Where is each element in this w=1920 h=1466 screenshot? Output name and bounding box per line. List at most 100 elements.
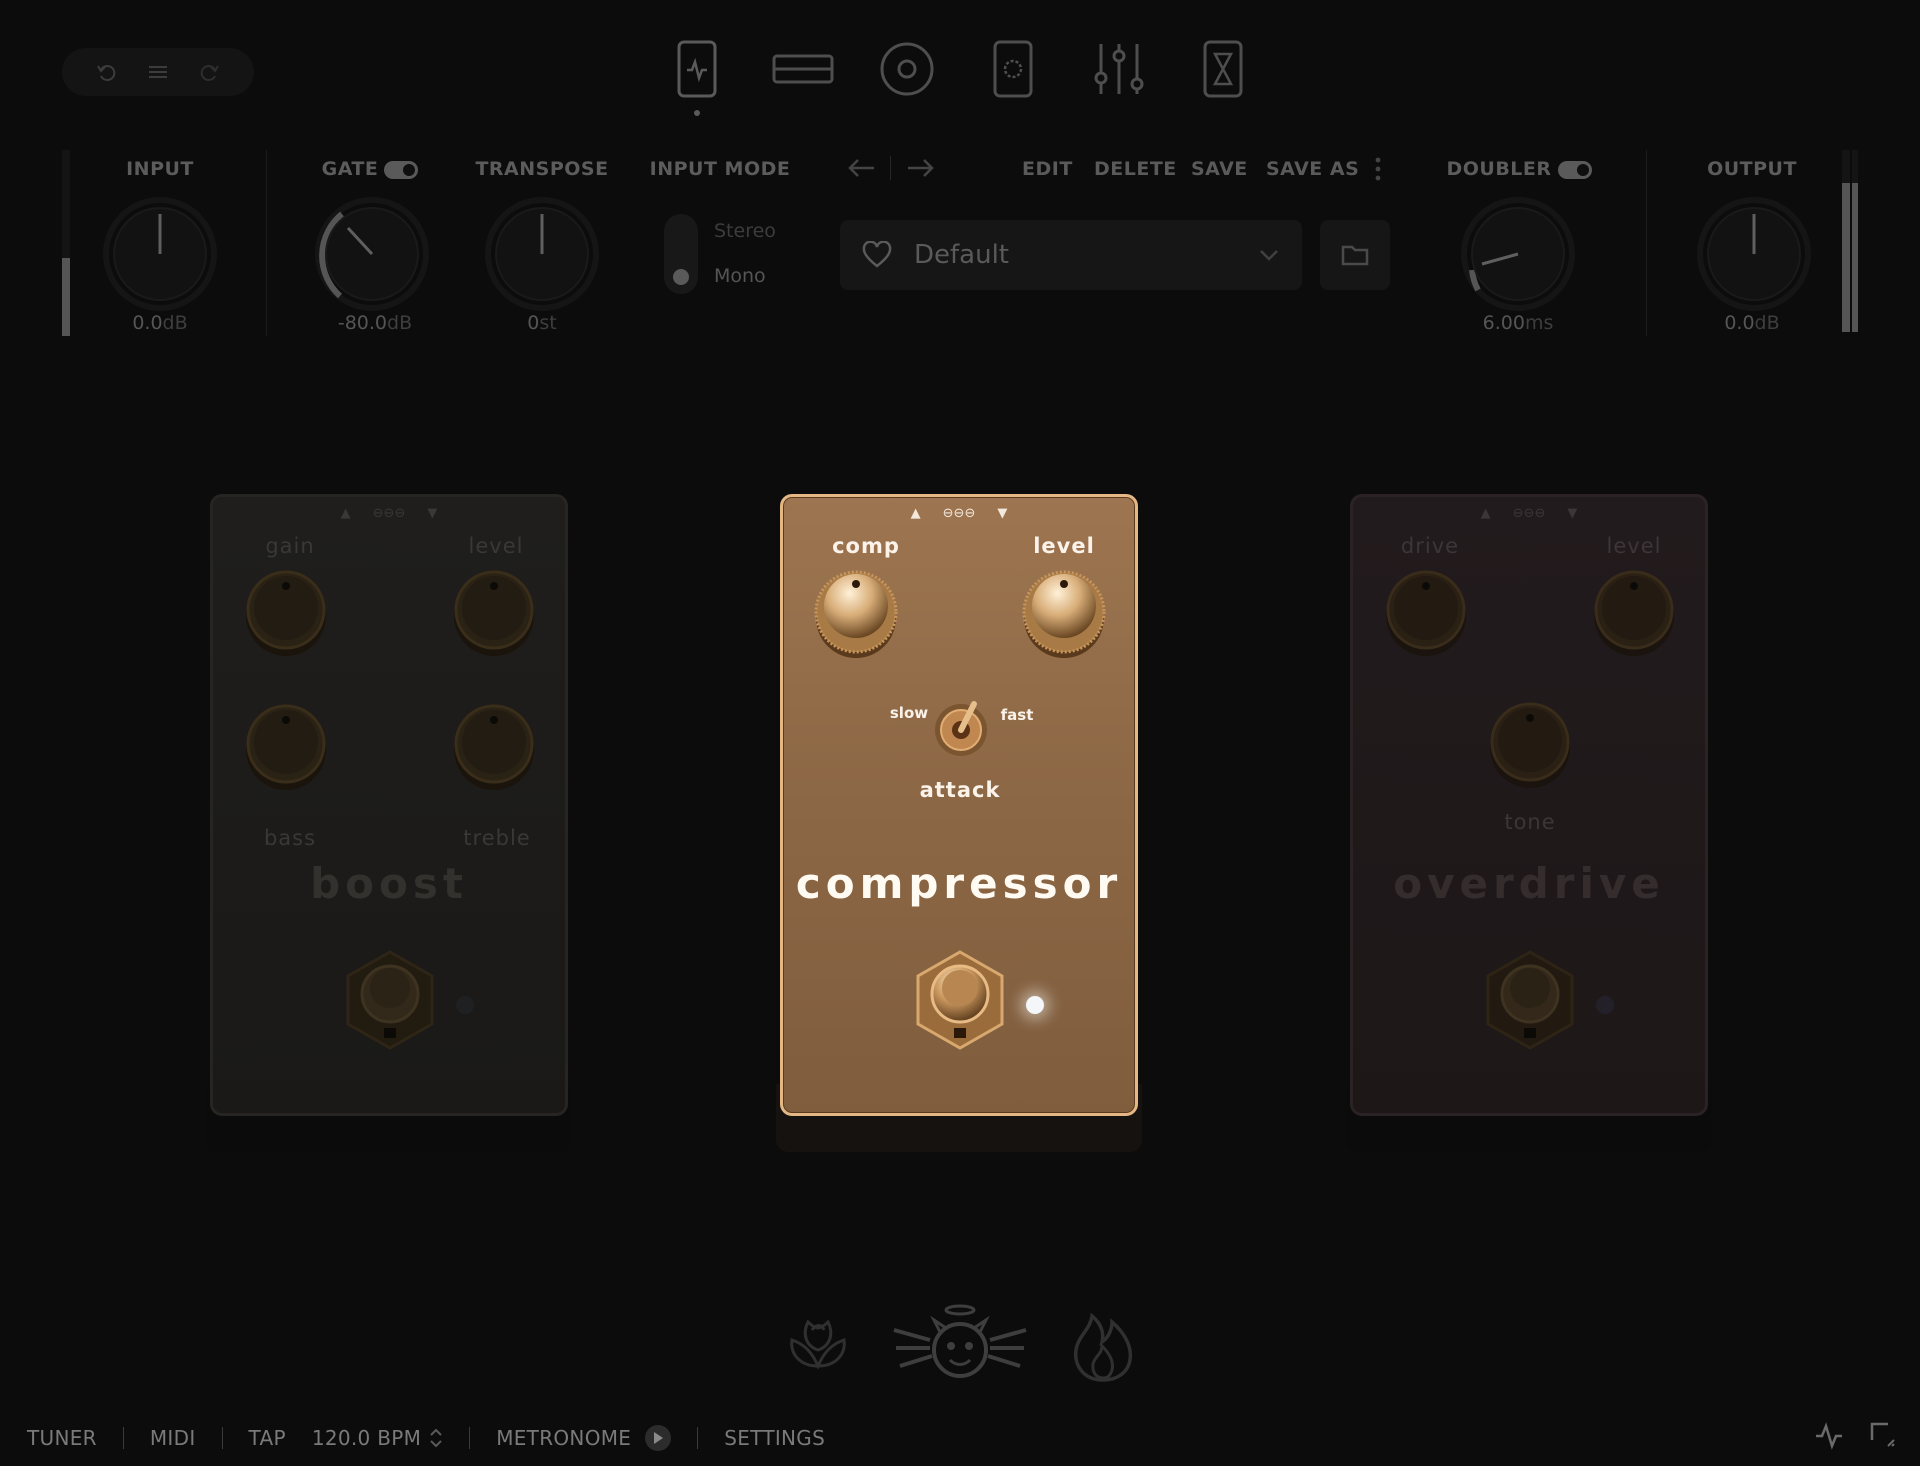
menu-icon[interactable] <box>142 56 174 88</box>
tap-tempo-button[interactable]: TAP <box>249 1426 286 1450</box>
input-mode-stereo[interactable]: Stereo <box>714 220 776 242</box>
activity-icon[interactable] <box>1814 1420 1844 1450</box>
input-mode-switch[interactable] <box>664 214 698 294</box>
transpose-knob[interactable] <box>484 196 600 312</box>
boost-footswitch[interactable] <box>336 948 444 1056</box>
gain-knob[interactable] <box>240 566 332 658</box>
midi-button[interactable]: MIDI <box>150 1426 196 1450</box>
compressor-footswitch[interactable] <box>906 948 1014 1056</box>
bpm-stepper-icon[interactable] <box>429 1427 443 1449</box>
chain-icon[interactable]: ⊖⊖⊖ <box>1513 506 1546 521</box>
history-controls <box>62 48 254 96</box>
transpose-value-number: 0 <box>527 312 540 334</box>
move-up-icon[interactable]: ▲ <box>341 506 351 521</box>
level-knob[interactable] <box>1588 566 1680 658</box>
chain-icon[interactable]: ⊖⊖⊖ <box>373 506 406 521</box>
attack-toggle-switch[interactable] <box>928 694 994 760</box>
gate-knob[interactable] <box>314 196 430 312</box>
mixer-view-icon <box>1094 44 1144 94</box>
rack-view-icon <box>772 54 834 84</box>
arrow-left-icon[interactable] <box>846 156 876 180</box>
input-meter <box>62 150 70 336</box>
move-up-icon[interactable]: ▲ <box>911 506 921 521</box>
gate-toggle[interactable] <box>384 160 419 179</box>
status-bar: TUNER MIDI TAP 120.0 BPM METRONOME SETTI… <box>0 1410 1920 1466</box>
move-down-icon[interactable]: ▼ <box>1567 506 1577 521</box>
input-knob[interactable] <box>102 196 218 312</box>
divider <box>221 1427 223 1449</box>
angel-devil-icon[interactable] <box>890 1300 1030 1388</box>
cabinet-view-icon <box>993 40 1033 98</box>
mixer-view-tab[interactable] <box>1088 40 1150 110</box>
input-value-number: 0.0 <box>132 312 163 334</box>
rack-view-tab[interactable] <box>772 40 834 110</box>
active-view-indicator <box>694 110 700 116</box>
boost-led <box>456 996 474 1014</box>
save-as-preset-button[interactable]: SAVE AS <box>1266 158 1359 180</box>
level-knob[interactable] <box>448 566 540 658</box>
gate-header: GATE <box>300 158 440 180</box>
tone-knob[interactable] <box>1484 698 1576 790</box>
doubler-value-unit: ms <box>1524 312 1554 334</box>
compressor-title: compressor <box>795 859 1123 908</box>
undo-icon[interactable] <box>91 56 123 88</box>
pedal-nav: ▲ ⊖⊖⊖ ▼ <box>210 506 568 521</box>
metronome-button[interactable]: METRONOME <box>496 1426 631 1450</box>
doubler-knob[interactable] <box>1460 196 1576 312</box>
divider <box>890 156 891 180</box>
output-value: 0.0dB <box>1692 312 1812 334</box>
flame-icon[interactable] <box>1068 1300 1138 1384</box>
compressor-pedal[interactable]: ▲ ⊖⊖⊖ ▼ comp level slow fast attack comp… <box>776 494 1142 1152</box>
level-knob[interactable] <box>1018 566 1110 658</box>
input-mode-mono[interactable]: Mono <box>714 265 766 287</box>
level-label: level <box>1033 534 1095 558</box>
overdrive-led <box>1596 996 1614 1014</box>
move-down-icon[interactable]: ▼ <box>997 506 1007 521</box>
settings-button[interactable]: SETTINGS <box>724 1426 825 1450</box>
treble-knob[interactable] <box>448 700 540 792</box>
arrow-right-icon[interactable] <box>906 156 936 180</box>
doubler-value: 6.00ms <box>1444 312 1592 334</box>
move-up-icon[interactable]: ▲ <box>1481 506 1491 521</box>
redo-icon[interactable] <box>193 56 225 88</box>
tuner-button[interactable]: TUNER <box>27 1426 97 1450</box>
gate-label: GATE <box>321 158 379 180</box>
metronome-play-button[interactable] <box>645 1425 672 1451</box>
divider <box>266 150 267 336</box>
timer-view-tab[interactable] <box>1192 40 1254 110</box>
doubler-header: DOUBLER <box>1444 158 1594 180</box>
overdrive-footswitch[interactable] <box>1476 948 1584 1056</box>
overdrive-pedal[interactable]: ▲ ⊖⊖⊖ ▼ drive level tone overdrive <box>1346 494 1712 1152</box>
boost-pedal[interactable]: ▲ ⊖⊖⊖ ▼ gain level bass treble boost <box>206 494 572 1152</box>
rose-icon[interactable] <box>778 1300 858 1380</box>
preset-selector[interactable]: Default <box>840 220 1302 290</box>
bpm-value[interactable]: 120.0 BPM <box>312 1426 421 1450</box>
resize-window-icon[interactable] <box>1868 1420 1898 1450</box>
speaker-view-icon <box>880 42 934 96</box>
drive-label: drive <box>1400 534 1460 558</box>
cabinet-view-tab[interactable] <box>982 40 1044 110</box>
attack-fast-label: fast <box>1000 706 1034 724</box>
preset-folder-button[interactable] <box>1320 220 1390 290</box>
favorite-heart-icon[interactable] <box>862 241 892 269</box>
move-down-icon[interactable]: ▼ <box>427 506 437 521</box>
drive-knob[interactable] <box>1380 566 1472 658</box>
speaker-view-tab[interactable] <box>876 40 938 110</box>
gain-label: gain <box>265 534 315 558</box>
timer-view-icon <box>1203 40 1243 98</box>
bass-knob[interactable] <box>240 700 332 792</box>
comp-knob[interactable] <box>810 566 902 658</box>
more-options-icon[interactable] <box>1374 156 1382 182</box>
output-knob[interactable] <box>1696 196 1812 312</box>
chain-icon[interactable]: ⊖⊖⊖ <box>943 506 976 521</box>
edit-preset-button[interactable]: EDIT <box>1022 158 1073 180</box>
comp-label: comp <box>832 534 900 558</box>
doubler-label: DOUBLER <box>1446 158 1552 180</box>
preset-name: Default <box>914 240 1009 270</box>
delete-preset-button[interactable]: DELETE <box>1094 158 1177 180</box>
stomp-view-tab[interactable] <box>666 40 728 116</box>
doubler-toggle[interactable] <box>1557 160 1592 179</box>
save-preset-button[interactable]: SAVE <box>1191 158 1248 180</box>
doubler-value-number: 6.00 <box>1482 312 1525 334</box>
input-mode-label: INPUT MODE <box>649 158 791 180</box>
